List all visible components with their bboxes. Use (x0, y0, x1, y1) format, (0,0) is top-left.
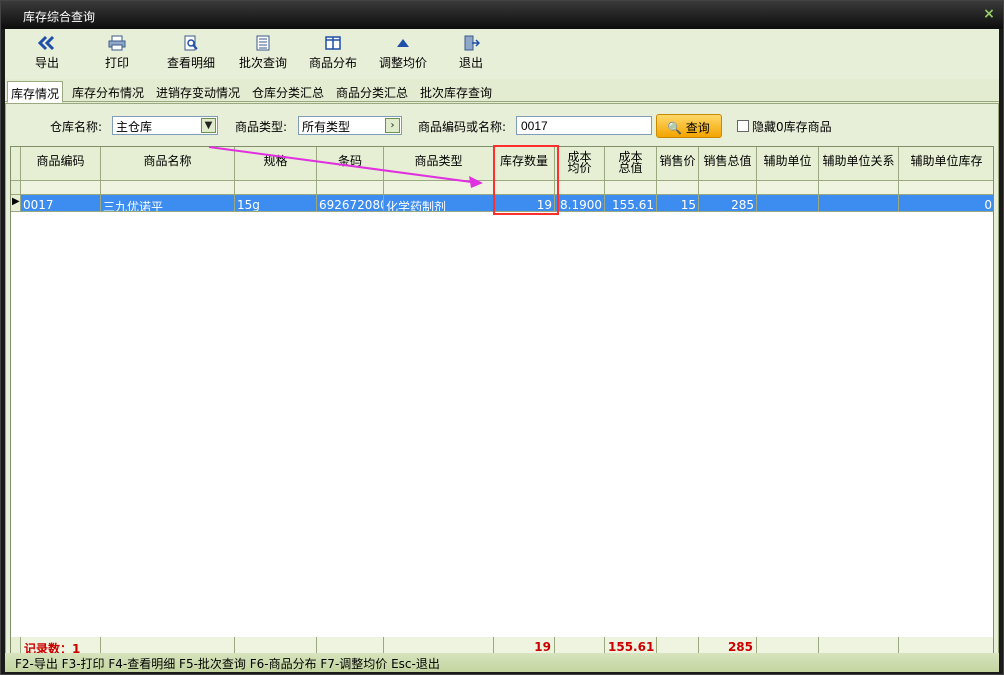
col-header-spec[interactable]: 规格 (235, 147, 317, 181)
col-header-barcode[interactable]: 条码 (317, 147, 384, 181)
inventory-table: 商品编码 商品名称 规格 条码 商品类型 库存数量 成本均价 成本总值 销售价 … (10, 146, 994, 656)
warehouse-value: 主仓库 (116, 120, 153, 134)
cell-type[interactable]: 化学药制剂 (384, 195, 494, 212)
window-title: 库存综合查询 (23, 10, 96, 24)
columns-icon (325, 36, 341, 50)
filter-cell[interactable] (699, 181, 757, 195)
filter-cell[interactable] (605, 181, 657, 195)
table-filter-row (11, 181, 993, 195)
col-header-aux-stock[interactable]: 辅助单位库存 (899, 147, 993, 181)
hide-zero-stock-checkbox[interactable] (737, 120, 749, 132)
cell-code[interactable]: 0017 (21, 195, 101, 212)
batch-query-button[interactable]: 批次查询 (233, 35, 293, 75)
filter-cell[interactable] (21, 181, 101, 195)
tab-batch-inventory[interactable]: 批次库存查询 (417, 81, 495, 102)
tab-inventory-status[interactable]: 库存情况 (7, 81, 64, 103)
col-header-type[interactable]: 商品类型 (384, 147, 494, 181)
warehouse-label: 仓库名称: (50, 120, 103, 134)
tab-category-summary[interactable]: 商品分类汇总 (333, 81, 411, 102)
table-row[interactable]: ▶ 0017 三九优诺平 15g 6926720800 化学药制剂 19 8.1… (11, 195, 993, 212)
close-icon[interactable]: × (981, 6, 997, 22)
code-or-name-input[interactable] (516, 116, 652, 135)
col-header-aux-relation[interactable]: 辅助单位关系 (819, 147, 899, 181)
col-header-sale-price[interactable]: 销售价 (657, 147, 699, 181)
filter-cell[interactable] (757, 181, 819, 195)
view-detail-button[interactable]: 查看明细 (161, 35, 221, 75)
export-button[interactable]: 导出 (29, 35, 65, 75)
chevron-down-icon[interactable]: ▼ (201, 118, 216, 133)
double-chevron-left-icon (38, 35, 55, 51)
product-type-label: 商品类型: (235, 120, 288, 134)
batch-query-label: 批次查询 (238, 56, 287, 70)
product-distribution-button[interactable]: 商品分布 (303, 35, 363, 75)
print-label: 打印 (104, 56, 129, 70)
product-type-select[interactable]: 所有类型 › (298, 116, 402, 135)
warehouse-select[interactable]: 主仓库 ▼ (112, 116, 218, 135)
product-type-value: 所有类型 (302, 120, 351, 134)
cell-avg-cost[interactable]: 8.1900 (555, 195, 605, 212)
main-window: 库存综合查询 × 导出 打印 查看明细 批次查询 商品分布 调整均价 退出 库存… (0, 0, 1004, 675)
filter-cell[interactable] (235, 181, 317, 195)
col-header-sale-total[interactable]: 销售总值 (699, 147, 757, 181)
toolbar: 导出 打印 查看明细 批次查询 商品分布 调整均价 退出 (5, 29, 999, 79)
cell-sale-price[interactable]: 15 (657, 195, 699, 212)
search-icon: 🔍 (667, 121, 682, 135)
tab-inventory-distribution[interactable]: 库存分布情况 (69, 81, 147, 102)
col-header-aux-unit[interactable]: 辅助单位 (757, 147, 819, 181)
magnify-doc-icon (184, 35, 198, 51)
cell-spec[interactable]: 15g (235, 195, 317, 212)
shortcut-status-bar: F2-导出 F3-打印 F4-查看明细 F5-批次查询 F6-商品分布 F7-调… (5, 653, 999, 672)
filter-cell[interactable] (657, 181, 699, 195)
cell-aux-unit[interactable] (757, 195, 819, 212)
tab-stock-movement[interactable]: 进销存变动情况 (153, 81, 243, 102)
filter-cell[interactable] (899, 181, 993, 195)
cell-qty[interactable]: 19 (494, 195, 555, 212)
print-button[interactable]: 打印 (99, 35, 135, 75)
exit-door-icon (464, 35, 480, 51)
filter-cell[interactable] (494, 181, 555, 195)
table-header: 商品编码 商品名称 规格 条码 商品类型 库存数量 成本均价 成本总值 销售价 … (11, 147, 993, 181)
row-indicator-header (11, 147, 21, 181)
export-label: 导出 (34, 56, 59, 70)
col-header-qty[interactable]: 库存数量 (494, 147, 555, 181)
filter-cell[interactable] (555, 181, 605, 195)
product-distribution-label: 商品分布 (308, 56, 357, 70)
hide-zero-stock-label: 隐藏0库存商品 (752, 120, 832, 134)
triangle-up-icon (397, 39, 409, 47)
title-bar: 库存综合查询 × (1, 1, 1003, 29)
content-area: 导出 打印 查看明细 批次查询 商品分布 调整均价 退出 库存情况 库存分布情况… (5, 29, 999, 672)
inventory-panel: 仓库名称: 主仓库 ▼ 商品类型: 所有类型 › 商品编码或名称: 🔍 查询 隐… (5, 103, 999, 658)
adjust-avg-price-label: 调整均价 (378, 56, 427, 70)
adjust-avg-price-button[interactable]: 调整均价 (373, 35, 433, 75)
col-header-avg-cost[interactable]: 成本均价 (555, 147, 605, 181)
current-row-indicator-icon: ▶ (11, 195, 21, 212)
exit-label: 退出 (458, 56, 483, 70)
query-label: 查询 (685, 121, 710, 135)
chevron-right-icon[interactable]: › (385, 118, 400, 133)
col-header-total-cost[interactable]: 成本总值 (605, 147, 657, 181)
col-header-name[interactable]: 商品名称 (101, 147, 235, 181)
filter-bar: 仓库名称: 主仓库 ▼ 商品类型: 所有类型 › 商品编码或名称: 🔍 查询 隐… (6, 104, 998, 144)
exit-button[interactable]: 退出 (453, 35, 489, 75)
filter-cell[interactable] (819, 181, 899, 195)
query-button[interactable]: 🔍 查询 (656, 114, 722, 138)
printer-icon (108, 35, 126, 51)
cell-name[interactable]: 三九优诺平 (101, 195, 235, 212)
filter-cell[interactable] (101, 181, 235, 195)
code-or-name-label: 商品编码或名称: (418, 120, 507, 134)
cell-aux-stock[interactable]: 0 (899, 195, 993, 212)
tab-strip: 库存情况 库存分布情况 进销存变动情况 仓库分类汇总 商品分类汇总 批次库存查询 (5, 81, 999, 103)
view-detail-label: 查看明细 (166, 56, 215, 70)
cell-barcode[interactable]: 6926720800 (317, 195, 384, 212)
filter-cell[interactable] (317, 181, 384, 195)
cell-total-cost[interactable]: 155.61 (605, 195, 657, 212)
col-header-code[interactable]: 商品编码 (21, 147, 101, 181)
list-icon (256, 35, 270, 51)
cell-aux-relation[interactable] (819, 195, 899, 212)
row-indicator-filter (11, 181, 21, 195)
tab-warehouse-summary[interactable]: 仓库分类汇总 (249, 81, 327, 102)
filter-cell[interactable] (384, 181, 494, 195)
cell-sale-total[interactable]: 285 (699, 195, 757, 212)
